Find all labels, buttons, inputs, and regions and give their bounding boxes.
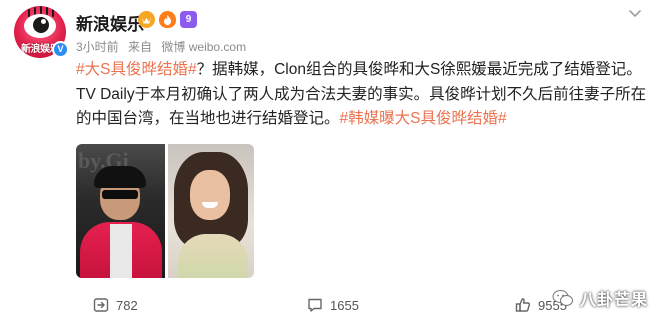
verified-v-icon: V bbox=[52, 41, 69, 58]
post-images: by.Gi bbox=[76, 144, 254, 278]
post-source[interactable]: 微博 weibo.com bbox=[161, 40, 246, 54]
account-name[interactable]: 新浪娱乐 bbox=[76, 10, 144, 35]
hashtag-link[interactable]: #韩媒曝大S具俊晔结婚# bbox=[340, 110, 507, 127]
account-badges: 9 bbox=[138, 11, 197, 28]
shirt-shape bbox=[110, 224, 132, 278]
wechat-icon bbox=[552, 290, 573, 306]
comment-count: 1655 bbox=[330, 297, 359, 313]
eye-shine bbox=[41, 19, 46, 24]
chevron-down-icon[interactable] bbox=[628, 6, 642, 20]
fire-icon[interactable] bbox=[159, 11, 176, 28]
avatar[interactable]: 新浪娱乐 V bbox=[14, 6, 69, 58]
lash-decoration bbox=[40, 6, 42, 14]
comment-icon bbox=[308, 298, 322, 312]
repost-icon bbox=[93, 298, 109, 312]
repost-button[interactable]: 782 bbox=[92, 296, 138, 314]
post-content: #大S具俊晔结婚#？据韩媒，Clon组合的具俊晔和大S徐熙媛最近完成了结婚登记。… bbox=[76, 58, 650, 132]
comment-button[interactable]: 1655 bbox=[306, 296, 359, 314]
post-meta: 3小时前 来自 微博 weibo.com bbox=[76, 38, 252, 55]
hashtag-link[interactable]: #大S具俊晔结婚# bbox=[76, 61, 197, 78]
thumbs-up-icon bbox=[515, 298, 531, 312]
lash-decoration bbox=[52, 9, 54, 17]
vip-icon[interactable] bbox=[138, 11, 155, 28]
cap-shape bbox=[94, 166, 146, 188]
man-photo[interactable]: by.Gi bbox=[76, 144, 165, 278]
sunglasses-shape bbox=[102, 190, 138, 199]
face-shape bbox=[190, 170, 230, 220]
watermark: 八卦芒果 bbox=[552, 286, 648, 310]
repost-count: 782 bbox=[116, 297, 138, 313]
woman-photo[interactable] bbox=[168, 144, 254, 278]
source-prefix: 来自 bbox=[128, 40, 153, 54]
level-badge-icon[interactable]: 9 bbox=[180, 11, 197, 28]
post-time[interactable]: 3小时前 bbox=[76, 40, 119, 54]
dress-shape bbox=[178, 234, 248, 278]
lash-decoration bbox=[46, 7, 48, 15]
watermark-text: 八卦芒果 bbox=[579, 292, 648, 309]
